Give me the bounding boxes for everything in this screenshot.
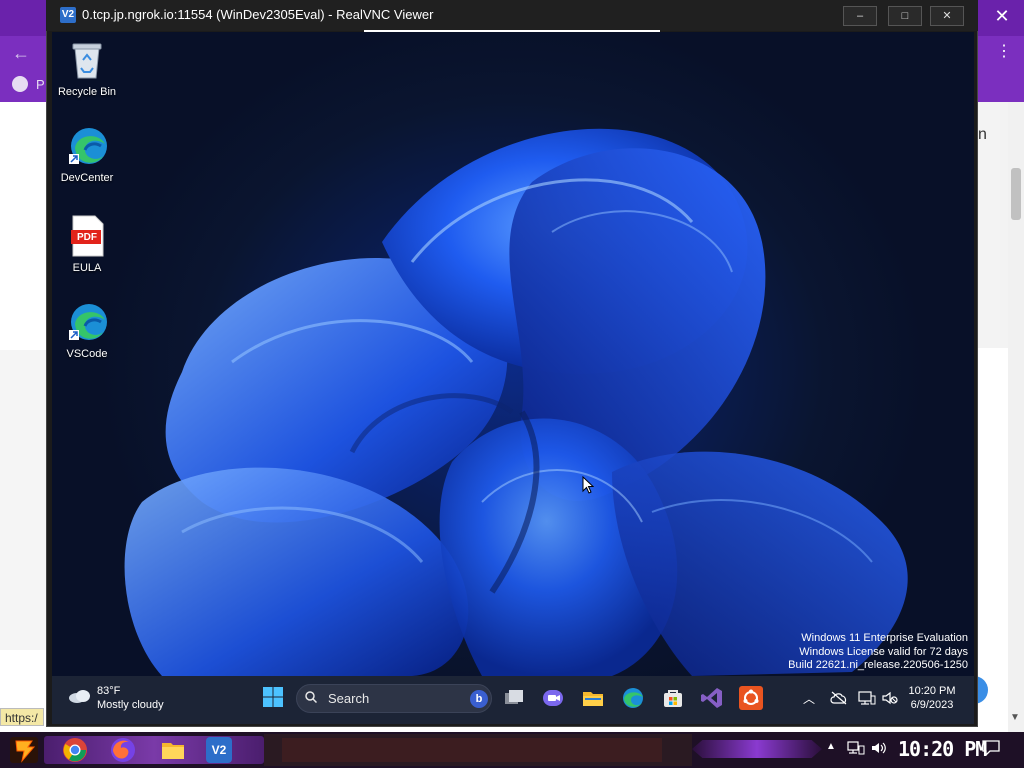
weather-temperature[interactable]: 83°F [97, 685, 120, 697]
host-file-explorer-icon[interactable] [160, 737, 186, 763]
file-explorer-icon[interactable] [581, 686, 605, 710]
ubuntu-icon[interactable] [739, 686, 763, 710]
host-browser-menu-icon[interactable]: ⋮ [996, 42, 1012, 62]
host-action-center-icon[interactable] [982, 740, 1000, 756]
desktop-icon-label: Recycle Bin [57, 86, 117, 98]
host-clock[interactable]: 10:20 PM [898, 737, 987, 761]
windows-bloom-wallpaper [124, 128, 908, 676]
host-taskbar-decoration [692, 740, 822, 758]
host-tray-expand-icon[interactable]: ▲ [826, 741, 836, 752]
vnc-app-icon: V2 [60, 7, 76, 23]
chrome-icon[interactable] [62, 737, 88, 763]
firefox-icon[interactable] [110, 737, 136, 763]
visual-studio-icon[interactable] [700, 686, 724, 710]
host-page-partial-text: n [978, 126, 987, 143]
desktop-icon-label: EULA [72, 262, 102, 274]
teams-chat-icon[interactable] [541, 686, 565, 710]
vnc-window-title: 0.tcp.jp.ngrok.io:11554 (WinDev2305Eval)… [82, 7, 434, 22]
mouse-cursor-icon [582, 476, 594, 494]
desktop-icon-devcenter[interactable]: DevCenter [52, 124, 122, 184]
host-task-thumbnail [282, 738, 662, 762]
host-browser-back-icon[interactable]: ← [10, 42, 32, 64]
search-icon [305, 691, 317, 703]
host-browser-globe-icon [12, 76, 28, 92]
host-browser-close-icon[interactable]: ✕ [992, 6, 1012, 26]
host-page-scroll-down-icon[interactable]: ▼ [1010, 712, 1020, 723]
maximize-button[interactable]: □ [888, 6, 922, 26]
desktop-icon-label: DevCenter [60, 172, 114, 184]
close-button[interactable]: ✕ [930, 6, 964, 26]
microsoft-store-icon[interactable] [661, 686, 685, 710]
edge-shortcut-icon [65, 124, 109, 168]
show-hidden-icons-chevron-icon[interactable]: ︿ [803, 690, 815, 707]
onedrive-offline-icon[interactable] [830, 691, 848, 705]
host-volume-icon[interactable] [871, 741, 887, 755]
realvnc-viewer-taskbar-icon[interactable]: V2 [206, 737, 232, 763]
taskbar-clock-date[interactable]: 6/9/2023 [900, 699, 964, 711]
host-page-scroll-thumb[interactable] [1011, 168, 1021, 220]
network-icon[interactable] [858, 690, 876, 706]
host-network-icon[interactable] [847, 741, 865, 755]
windows-evaluation-watermark: Windows 11 Enterprise Evaluation Windows… [760, 632, 968, 673]
task-view-icon[interactable] [502, 686, 526, 710]
minimize-button[interactable]: – [843, 6, 877, 26]
taskbar-clock-time[interactable]: 10:20 PM [900, 685, 964, 697]
watermark-line: Windows 11 Enterprise Evaluation [801, 632, 968, 644]
weather-description[interactable]: Mostly cloudy [97, 699, 164, 711]
pdf-icon: PDF [65, 214, 109, 258]
search-placeholder: Search [328, 691, 370, 706]
recycle-bin-icon [65, 38, 109, 82]
host-browser-bookmark-text[interactable]: P [36, 77, 45, 92]
windows-start-icon[interactable] [263, 687, 283, 707]
edge-browser-icon[interactable] [621, 686, 645, 710]
host-page-left-panel [0, 350, 46, 650]
desktop-icon-recycle-bin[interactable]: Recycle Bin [52, 38, 122, 98]
remote-desktop[interactable] [52, 32, 974, 676]
edge-shortcut-icon [65, 300, 109, 344]
taskbar-search-box[interactable] [296, 684, 492, 713]
desktop-icon-label: VSCode [66, 348, 108, 360]
pdf-badge: PDF [77, 232, 97, 243]
desktop-icon-vscode[interactable]: VSCode [52, 300, 122, 360]
watermark-line: Build 22621.ni_release.220506-1250 [788, 659, 968, 671]
host-start-icon[interactable] [8, 735, 40, 765]
cloudy-weather-icon[interactable] [68, 688, 92, 704]
watermark-line: Windows License valid for 72 days [799, 645, 968, 658]
bing-chat-icon[interactable]: b [470, 690, 488, 708]
desktop-icon-eula[interactable]: PDF EULA [52, 214, 122, 274]
host-browser-status-url: https:/ [0, 708, 44, 726]
volume-muted-icon[interactable] [882, 691, 898, 705]
